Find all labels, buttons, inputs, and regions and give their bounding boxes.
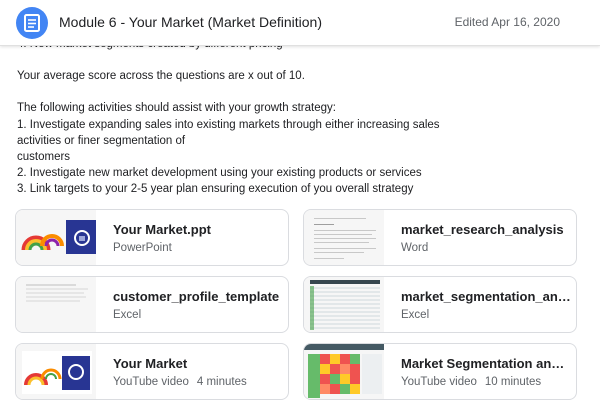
- attachment-name: market_segmentation_analysis: [401, 289, 571, 304]
- attachment-type: Excel: [401, 309, 429, 321]
- attachment-type: PowerPoint: [113, 242, 172, 254]
- file-type-label: Word: [401, 242, 429, 254]
- word-thumbnail: [304, 210, 384, 265]
- activity-item-1: 1. Investigate expanding sales into exis…: [17, 118, 440, 131]
- video-duration: 10 minutes: [484, 376, 542, 388]
- excel-thumbnail: [304, 277, 384, 332]
- activity-item-1-cont: activities or finer segmentation of: [17, 134, 186, 147]
- powerpoint-thumbnail: [16, 210, 96, 265]
- file-type-label: YouTube video: [401, 376, 477, 388]
- attachment-card-your-market-video[interactable]: Your Market YouTube video 4 minutes: [15, 343, 289, 400]
- excel-thumbnail: [16, 277, 96, 332]
- file-type-label: YouTube video: [113, 376, 189, 388]
- file-type-label: PowerPoint: [113, 242, 172, 254]
- page-title: Module 6 - Your Market (Market Definitio…: [59, 14, 322, 30]
- activities-intro: The following activities should assist w…: [17, 102, 336, 115]
- edited-date: Edited Apr 16, 2020: [454, 15, 560, 29]
- document-header: Module 6 - Your Market (Market Definitio…: [0, 0, 600, 46]
- activity-item-2: 2. Investigate new market development us…: [17, 167, 422, 180]
- video-thumbnail: [16, 344, 96, 399]
- attachment-type: Excel: [113, 309, 141, 321]
- attachment-name: Your Market.ppt: [113, 222, 211, 237]
- attachment-name: Market Segmentation and Targeting: [401, 356, 571, 371]
- attachment-card-segmentation-video[interactable]: Market Segmentation and Targeting YouTub…: [303, 343, 577, 400]
- activity-item-1-cont2: customers: [17, 151, 71, 164]
- attachment-card-customer-profile[interactable]: customer_profile_template Excel: [15, 276, 289, 333]
- attachment-card-market-segmentation[interactable]: market_segmentation_analysis Excel: [303, 276, 577, 333]
- video-duration: 4 minutes: [196, 376, 247, 388]
- attachment-type: Word: [401, 242, 428, 254]
- attachment-name: Your Market: [113, 356, 188, 371]
- file-type-label: Excel: [401, 309, 430, 321]
- activity-item-3: 3. Link targets to your 2-5 year plan en…: [17, 183, 414, 196]
- score-text: Your average score across the questions …: [17, 70, 305, 83]
- attachment-type: YouTube video 4 minutes: [113, 376, 247, 388]
- attachment-name: customer_profile_template: [113, 289, 280, 304]
- file-type-label: Excel: [113, 309, 142, 321]
- video-thumbnail: [304, 344, 384, 399]
- docs-icon: [16, 7, 48, 39]
- description-text: 4. New market segments created by differ…: [17, 36, 577, 198]
- attachment-type: YouTube video 10 minutes: [401, 376, 541, 388]
- attachment-card-market-research[interactable]: market_research_analysis Word: [303, 209, 577, 266]
- attachment-name: market_research_analysis: [401, 222, 564, 237]
- attachment-card-your-market-ppt[interactable]: Your Market.ppt PowerPoint: [15, 209, 289, 266]
